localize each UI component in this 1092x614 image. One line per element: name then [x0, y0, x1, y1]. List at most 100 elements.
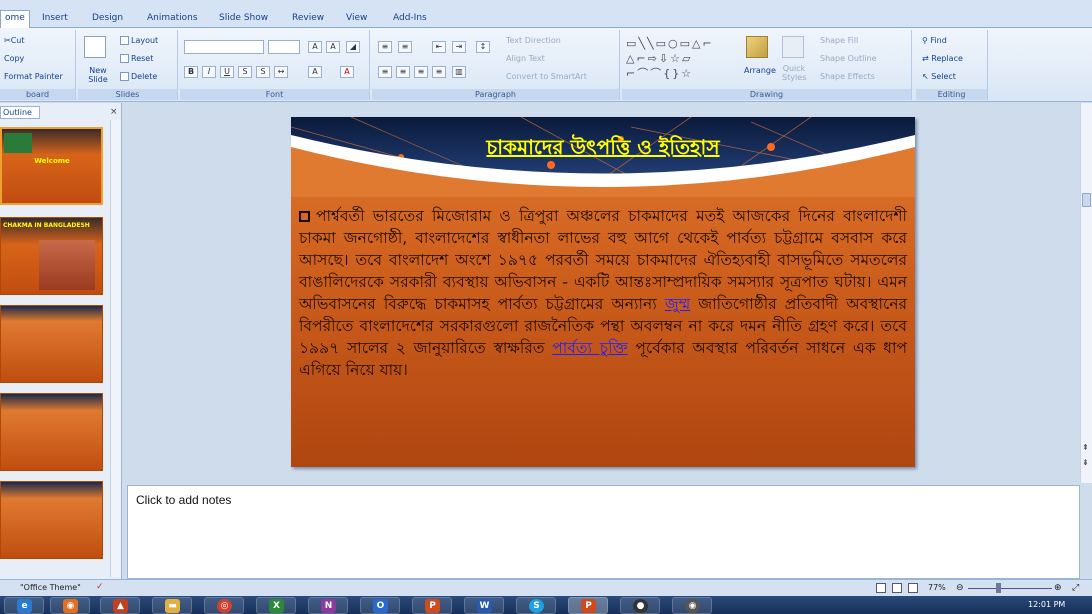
slide-thumbnail-1[interactable]: Welcome: [0, 127, 103, 205]
taskbar-ie[interactable]: e: [4, 597, 44, 614]
taskbar-media[interactable]: ●: [620, 597, 660, 614]
tab-animations[interactable]: Animations: [143, 11, 202, 28]
zoom-slider-thumb[interactable]: [996, 583, 1001, 593]
new-slide-button[interactable]: New Slide: [86, 66, 110, 84]
zoom-level[interactable]: 77%: [928, 583, 946, 592]
skype-icon: S: [529, 599, 544, 613]
slide-thumbnail-4[interactable]: [0, 393, 103, 471]
taskbar-explorer[interactable]: ▬: [152, 597, 192, 614]
onenote-icon: N: [321, 599, 336, 613]
tab-slide-show[interactable]: Slide Show: [215, 11, 272, 28]
slides-pane-scrollbar[interactable]: [110, 120, 121, 577]
clear-format-icon[interactable]: ◢: [346, 41, 360, 53]
delete-button[interactable]: Delete: [120, 72, 157, 81]
cut-label: Cut: [10, 36, 25, 45]
taskbar-excel[interactable]: X: [256, 597, 296, 614]
spell-check-icon[interactable]: ✓: [96, 582, 104, 592]
line-spacing-icon[interactable]: ↕: [476, 41, 490, 53]
slide-thumbnail-2[interactable]: CHAKMA IN BANGLADESH: [0, 217, 103, 295]
shadow-icon[interactable]: S: [256, 66, 270, 78]
prev-slide-icon[interactable]: ⇞: [1082, 443, 1089, 452]
bold-icon[interactable]: B: [184, 66, 198, 78]
font-group-label: Font: [180, 89, 369, 100]
taskbar-chrome[interactable]: ◎: [204, 597, 244, 614]
format-painter-button[interactable]: Format Painter: [4, 72, 63, 81]
change-case-icon[interactable]: A: [308, 66, 322, 78]
zoom-out-icon[interactable]: ⊖: [956, 583, 964, 593]
tab-insert[interactable]: Insert: [38, 11, 72, 28]
slide-sorter-icon[interactable]: [892, 583, 902, 593]
taskbar-word[interactable]: W: [464, 597, 504, 614]
select-button[interactable]: ↖ Select: [922, 72, 956, 81]
justify-icon[interactable]: ≡: [432, 66, 446, 78]
tab-add-ins[interactable]: Add-Ins: [389, 11, 431, 28]
columns-icon[interactable]: ▥: [452, 66, 466, 78]
spacing-icon[interactable]: ↔: [274, 66, 288, 78]
align-right-icon[interactable]: ≡: [414, 66, 428, 78]
ie-icon: e: [17, 599, 32, 613]
layout-button[interactable]: Layout: [120, 36, 158, 45]
taskbar-skype[interactable]: S: [516, 597, 556, 614]
convert-smartart-button[interactable]: Convert to SmartArt: [506, 72, 587, 81]
notes-pane[interactable]: Click to add notes: [127, 485, 1080, 579]
shape-fill-button[interactable]: Shape Fill: [820, 36, 858, 45]
slide-scrollbar[interactable]: ⇞ ⇟: [1080, 103, 1092, 483]
zoom-in-icon[interactable]: ⊕: [1054, 583, 1062, 593]
tab-home[interactable]: ome: [0, 10, 30, 29]
next-slide-icon[interactable]: ⇟: [1082, 458, 1089, 467]
slide-thumbnail-3[interactable]: [0, 305, 103, 383]
slide-canvas[interactable]: চাকমাদের উৎপত্তি ও ইতিহাস পার্শ্ববর্তী ভ…: [291, 117, 915, 467]
decrease-indent-icon[interactable]: ⇤: [432, 41, 446, 53]
taskbar-outlook[interactable]: O: [360, 597, 400, 614]
close-pane-icon[interactable]: ×: [110, 107, 118, 117]
align-text-button[interactable]: Align Text: [506, 54, 545, 63]
shape-effects-button[interactable]: Shape Effects: [820, 72, 875, 81]
convert-smartart-label: Convert to SmartArt: [506, 72, 587, 81]
find-button[interactable]: ⚲ Find: [922, 36, 947, 45]
slide-thumbnail-5[interactable]: [0, 481, 103, 559]
increase-indent-icon[interactable]: ⇥: [452, 41, 466, 53]
underline-icon[interactable]: U: [220, 66, 234, 78]
reset-button[interactable]: Reset: [120, 54, 153, 63]
normal-view-icon[interactable]: [876, 583, 886, 593]
quick-styles-button[interactable]: Quick Styles: [782, 64, 806, 82]
fit-slide-icon[interactable]: ⤢: [1072, 583, 1079, 593]
taskbar-app3[interactable]: ▲: [100, 597, 140, 614]
slide-title[interactable]: চাকমাদের উৎপত্তি ও ইতিহাস: [291, 133, 915, 166]
taskbar-powerpoint[interactable]: P: [412, 597, 452, 614]
font-name-box[interactable]: [184, 40, 264, 54]
shrink-font-icon[interactable]: A: [326, 41, 340, 53]
link-chittagong-accord[interactable]: পার্বত্য চুক্তি: [552, 339, 627, 357]
tab-review[interactable]: Review: [288, 11, 328, 28]
tab-view[interactable]: View: [342, 11, 371, 28]
taskbar-camera[interactable]: ◉: [672, 597, 712, 614]
italic-icon[interactable]: I: [202, 66, 216, 78]
align-center-icon[interactable]: ≡: [396, 66, 410, 78]
grow-font-icon[interactable]: A: [308, 41, 322, 53]
text-direction-button[interactable]: Text Direction: [506, 36, 561, 45]
link-jumma[interactable]: জুম্ম: [665, 295, 690, 313]
taskbar-firefox[interactable]: ◉: [50, 597, 90, 614]
tab-design[interactable]: Design: [88, 11, 127, 28]
font-color-icon[interactable]: A: [340, 66, 354, 78]
zoom-slider[interactable]: [968, 588, 1052, 589]
scroll-thumb[interactable]: [1082, 193, 1091, 207]
copy-button[interactable]: Copy: [4, 54, 24, 63]
person-photo: [39, 240, 95, 290]
tab-outline[interactable]: Outline: [0, 106, 40, 119]
taskbar-powerpoint-active[interactable]: P: [568, 597, 608, 614]
strikethrough-icon[interactable]: S: [238, 66, 252, 78]
replace-button[interactable]: ⇄ Replace: [922, 54, 963, 63]
taskbar-onenote[interactable]: N: [308, 597, 348, 614]
numbering-icon[interactable]: ≡: [398, 41, 412, 53]
arrange-button[interactable]: Arrange: [744, 66, 776, 75]
slide-body-text[interactable]: পার্শ্ববর্তী ভারতের মিজোরাম ও ত্রিপুরা অ…: [299, 205, 907, 381]
cut-button[interactable]: ✂Cut: [4, 36, 25, 45]
align-left-icon[interactable]: ≡: [378, 66, 392, 78]
shapes-gallery[interactable]: ▭╲╲▭○▭△⌐ △⌐⇨⇩☆▱ ⌐⌒⌒{}☆: [626, 36, 734, 86]
bullets-icon[interactable]: ≡: [378, 41, 392, 53]
shape-outline-button[interactable]: Shape Outline: [820, 54, 877, 63]
word-icon: W: [477, 599, 492, 613]
font-size-box[interactable]: [268, 40, 300, 54]
slideshow-view-icon[interactable]: [908, 583, 918, 593]
